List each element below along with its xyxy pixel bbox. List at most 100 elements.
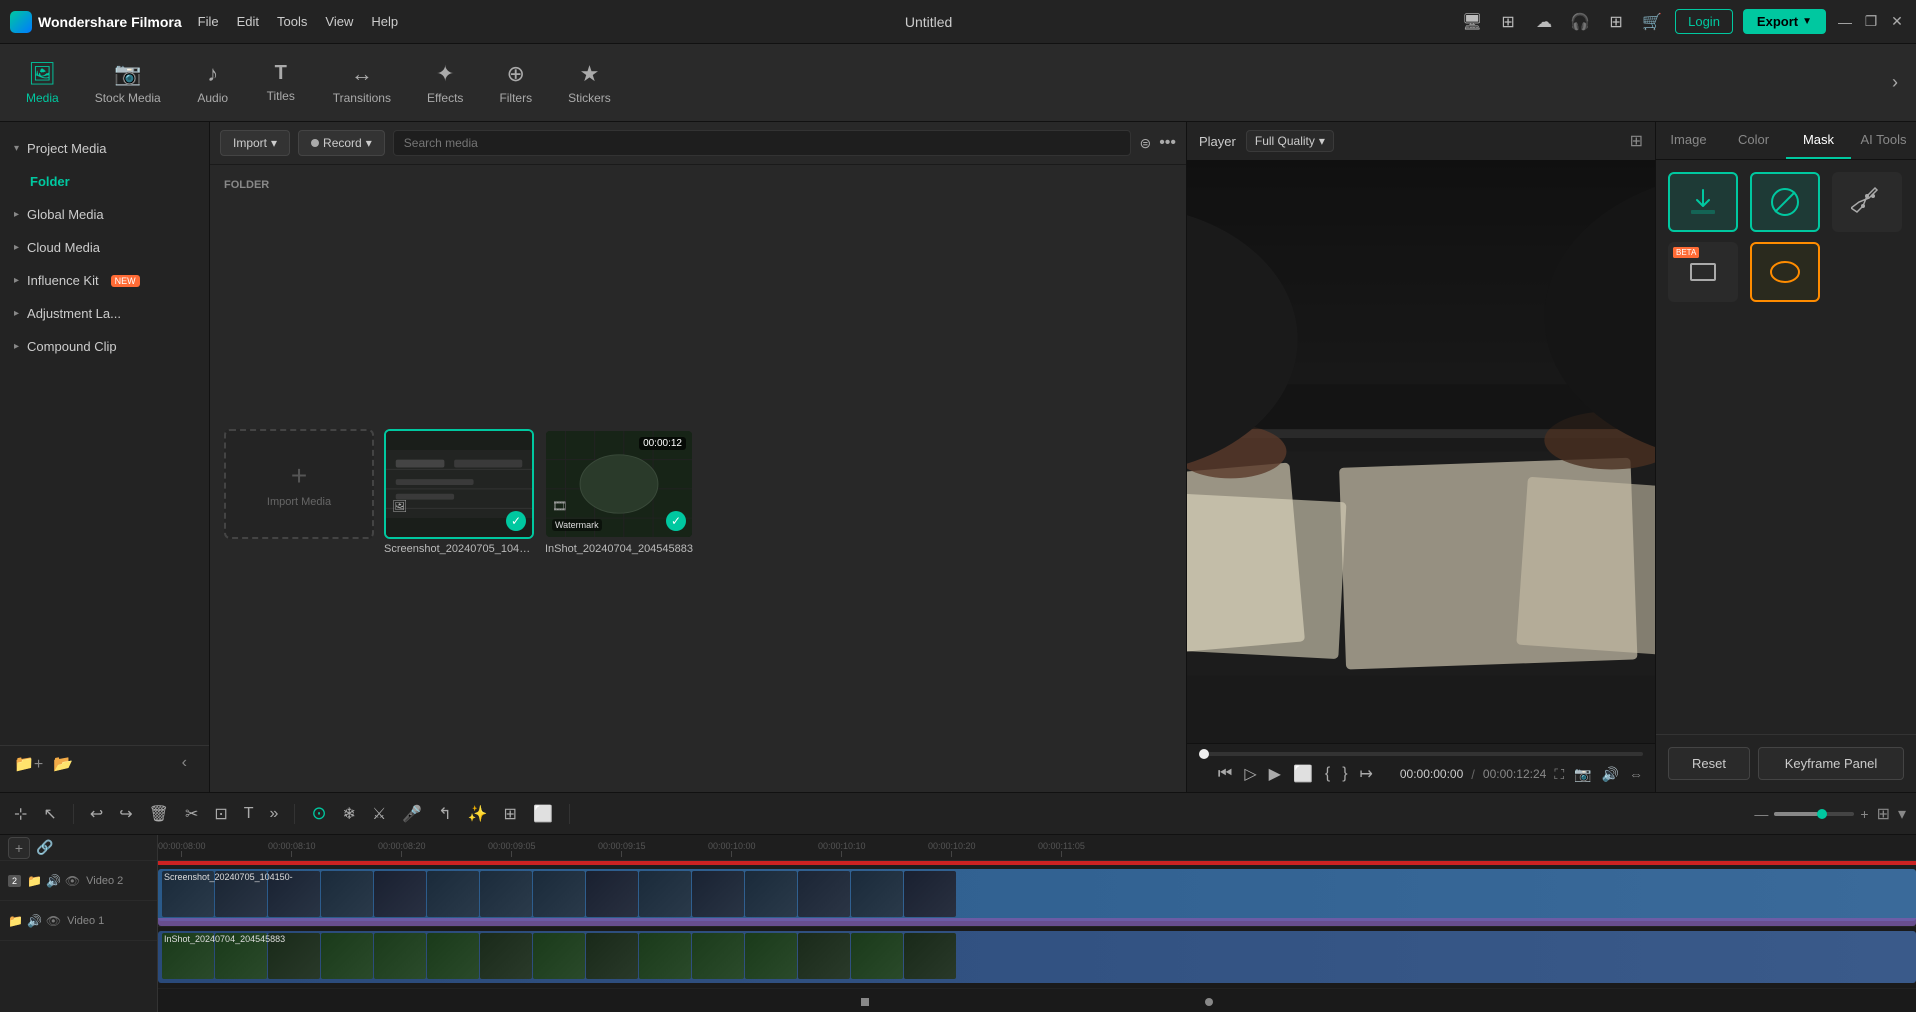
zoom-out-icon[interactable]: — <box>1754 806 1768 822</box>
track-clip-video2[interactable]: Screenshot_20240705_104150- <box>158 869 1916 921</box>
play-button[interactable]: ▶ <box>1269 764 1281 784</box>
menu-view[interactable]: View <box>325 14 353 29</box>
tab-stickers[interactable]: ★ Stickers <box>552 53 627 113</box>
mask-pen-btn[interactable] <box>1832 172 1902 232</box>
minimize-button[interactable]: — <box>1836 13 1854 31</box>
import-button[interactable]: Import ▾ <box>220 130 290 156</box>
text-button[interactable]: T <box>240 801 258 827</box>
sidebar-item-influence-kit[interactable]: ▸ Influence Kit NEW <box>0 264 209 297</box>
media-tile-inshot[interactable]: ✓ 00:00:12 Watermark 🎞 InShot_20240704_2… <box>544 429 694 779</box>
zoom-slider[interactable] <box>1774 812 1854 816</box>
add-folder-icon[interactable]: 📁+ <box>14 754 43 774</box>
settings-icon[interactable]: ⇔ <box>1629 766 1643 782</box>
mark-out-button[interactable]: } <box>1342 765 1347 783</box>
sidebar-item-global-media[interactable]: ▸ Global Media <box>0 198 209 231</box>
sidebar-item-compound-clip[interactable]: ▸ Compound Clip <box>0 330 209 363</box>
playhead-handle[interactable] <box>1199 749 1209 759</box>
folder-action-icon[interactable]: 📂 <box>53 754 73 774</box>
tab-ai-tools[interactable]: AI Tools <box>1851 122 1916 159</box>
insert-button[interactable]: ↦ <box>1360 764 1373 784</box>
keyframe-panel-button[interactable]: Keyframe Panel <box>1758 747 1904 780</box>
close-button[interactable]: ✕ <box>1888 13 1906 31</box>
tab-titles[interactable]: T Titles <box>249 53 313 113</box>
tab-transitions[interactable]: ↔ Transitions <box>317 53 407 113</box>
search-input[interactable] <box>393 130 1132 156</box>
track1-folder-icon[interactable]: 📁 <box>8 914 23 928</box>
menu-edit[interactable]: Edit <box>237 14 259 29</box>
grid-layout-icon[interactable]: ⊞ <box>1877 804 1890 824</box>
menu-file[interactable]: File <box>198 14 219 29</box>
filter-icon[interactable]: ⊜ <box>1139 135 1151 152</box>
pointer-tool-button[interactable]: ↖ <box>39 800 60 828</box>
grid-icon[interactable]: ⊞ <box>1603 9 1629 35</box>
select-tool-button[interactable]: ⊹ <box>10 800 31 828</box>
extract-button[interactable]: ↰ <box>434 800 455 828</box>
tab-image[interactable]: Image <box>1656 122 1721 159</box>
restore-button[interactable]: ❐ <box>1862 13 1880 31</box>
loop-button[interactable]: ⬜ <box>1293 764 1313 784</box>
redo-button[interactable]: ↪ <box>115 800 136 828</box>
play-alt-button[interactable]: ▷ <box>1244 764 1256 784</box>
ai-button[interactable]: ✨ <box>464 800 492 828</box>
crop-button[interactable]: ⊡ <box>210 800 231 828</box>
snowflake-button[interactable]: ❄ <box>339 800 360 828</box>
monitor-icon[interactable]: 🖥 <box>1459 9 1485 35</box>
reset-button[interactable]: Reset <box>1668 747 1750 780</box>
more-tabs-icon[interactable]: › <box>1884 64 1906 101</box>
sidebar-item-folder[interactable]: Folder <box>0 165 209 198</box>
track2-folder-icon[interactable]: 📁 <box>27 874 42 888</box>
media-more-icon[interactable]: ••• <box>1159 134 1176 152</box>
picture-in-picture-button[interactable]: ⬜ <box>529 800 557 828</box>
mask-beta-rect-btn[interactable]: BETA <box>1668 242 1738 302</box>
track2-volume-icon[interactable]: 🔊 <box>46 874 61 888</box>
tab-color[interactable]: Color <box>1721 122 1786 159</box>
green-effect-button[interactable]: ⊙ <box>307 799 330 828</box>
bookmark-icon[interactable]: ⊞ <box>1495 9 1521 35</box>
mark-in-button[interactable]: { <box>1325 765 1330 783</box>
forward-button[interactable]: » <box>266 801 283 827</box>
track1-volume-icon[interactable]: 🔊 <box>27 914 42 928</box>
menu-tools[interactable]: Tools <box>277 14 307 29</box>
media-tile-screenshot[interactable]: ✓ 🖼 Screenshot_20240705_104150 <box>384 429 534 779</box>
tab-effects[interactable]: ✦ Effects <box>411 53 479 113</box>
mask-download-btn[interactable] <box>1668 172 1738 232</box>
group-button[interactable]: ⊞ <box>500 800 521 828</box>
quality-selector[interactable]: Full Quality ▾ <box>1246 130 1334 152</box>
mask-circle-slash-btn[interactable] <box>1750 172 1820 232</box>
tab-stock-media[interactable]: 📷 Stock Media <box>79 53 177 113</box>
tab-filters[interactable]: ⊕ Filters <box>483 53 548 113</box>
player-expand-icon[interactable]: ⊞ <box>1630 131 1643 151</box>
cut-button[interactable]: ✂ <box>181 800 202 828</box>
delete-button[interactable]: 🗑 <box>145 800 173 828</box>
shield-button[interactable]: ⚔ <box>368 800 390 828</box>
mic-button[interactable]: 🎤 <box>398 800 426 828</box>
headphone-icon[interactable]: 🎧 <box>1567 9 1593 35</box>
undo-button[interactable]: ↩ <box>86 800 107 828</box>
track1-eye-icon[interactable]: 👁 <box>46 914 61 928</box>
player-progress-bar[interactable] <box>1199 752 1643 756</box>
login-button[interactable]: Login <box>1675 9 1733 34</box>
sidebar-collapse-icon[interactable]: ‹ <box>182 754 195 774</box>
tab-mask[interactable]: Mask <box>1786 122 1851 159</box>
volume-icon[interactable]: 🔊 <box>1602 766 1619 783</box>
menu-help[interactable]: Help <box>371 14 398 29</box>
snapshot-icon[interactable]: 📷 <box>1574 766 1591 783</box>
tab-media[interactable]: 🖼 Media <box>10 53 75 113</box>
step-back-button[interactable]: ⏮ <box>1218 765 1232 783</box>
fullscreen-icon[interactable]: ⛶ <box>1554 766 1564 783</box>
export-button[interactable]: Export ▼ <box>1743 9 1826 34</box>
link-tracks-icon[interactable]: 🔗 <box>36 839 53 856</box>
mask-ellipse-btn[interactable] <box>1750 242 1820 302</box>
record-button[interactable]: Record ▾ <box>298 130 385 156</box>
add-video-track-button[interactable]: + <box>8 837 30 859</box>
tab-audio[interactable]: ♪ Audio <box>181 53 245 113</box>
cloud-icon[interactable]: ☁ <box>1531 9 1557 35</box>
track2-eye-icon[interactable]: 👁 <box>65 874 80 888</box>
sidebar-item-cloud-media[interactable]: ▸ Cloud Media <box>0 231 209 264</box>
shop-icon[interactable]: 🛒 <box>1639 9 1665 35</box>
track-clip-video1[interactable]: InShot_20240704_204545883 <box>158 931 1916 983</box>
sidebar-item-project-media[interactable]: ▾ Project Media <box>0 132 209 165</box>
sidebar-item-adjustment[interactable]: ▸ Adjustment La... <box>0 297 209 330</box>
zoom-in-icon[interactable]: + <box>1860 806 1868 822</box>
import-media-tile[interactable]: + Import Media <box>224 429 374 539</box>
